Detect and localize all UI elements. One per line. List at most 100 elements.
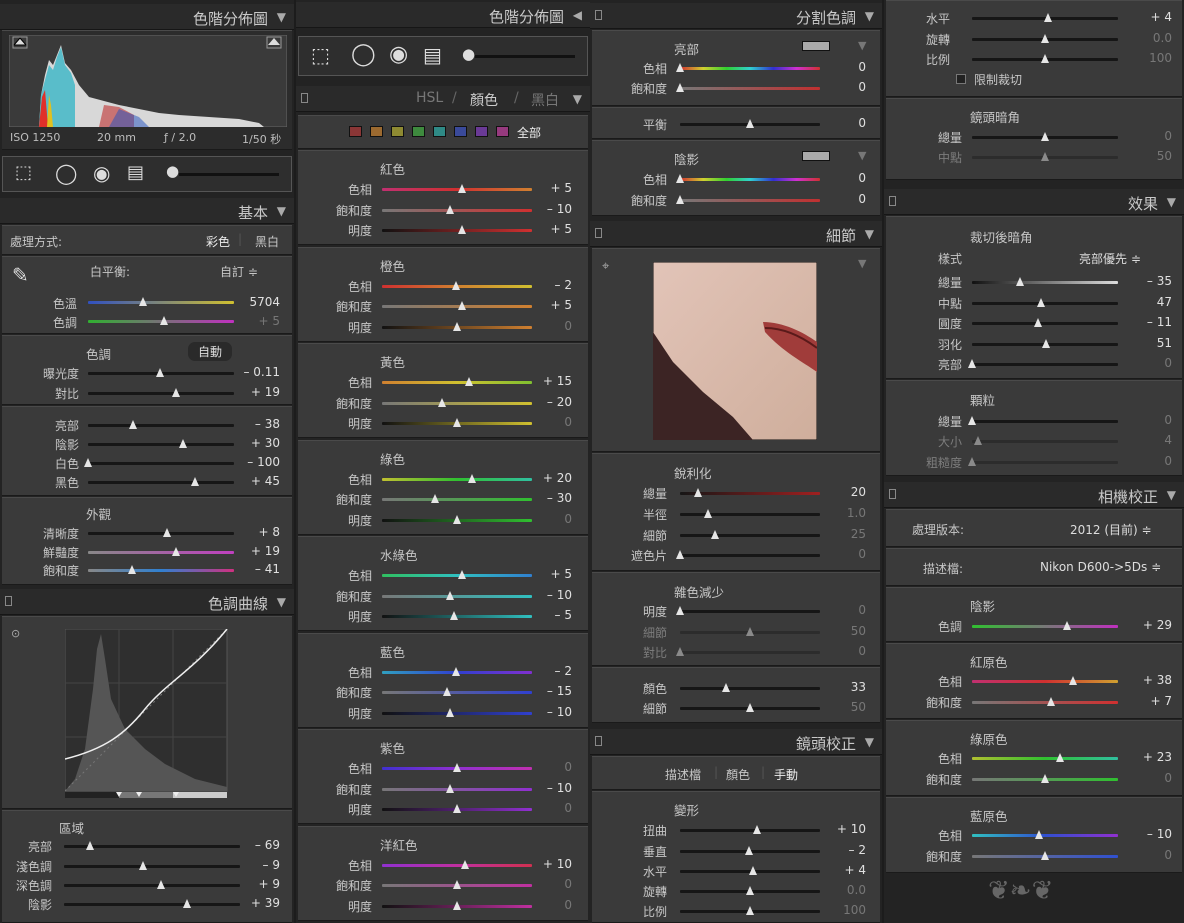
tab-profile[interactable]: 描述檔 <box>665 766 701 783</box>
hsl-row-value[interactable]: + 15 <box>532 374 572 388</box>
slider-thumb[interactable] <box>676 195 684 204</box>
hsl-row-value[interactable]: 0 <box>532 801 572 815</box>
contrast-slider[interactable] <box>88 388 234 397</box>
tc-darks-slider[interactable] <box>64 880 240 889</box>
slider-thumb[interactable] <box>86 841 95 850</box>
panel-toggle-icon[interactable] <box>5 596 12 606</box>
slider-thumb[interactable] <box>171 547 180 556</box>
orange-chip[interactable] <box>370 126 383 137</box>
blacks-slider[interactable] <box>88 477 234 486</box>
slider-thumb[interactable] <box>430 494 439 503</box>
scale-value[interactable]: 100 <box>826 903 866 917</box>
distortion-value[interactable]: + 10 <box>826 822 866 836</box>
red-sat-value[interactable]: + 7 <box>1132 694 1172 708</box>
slider-thumb[interactable] <box>457 570 466 579</box>
hsl-slider[interactable] <box>382 397 532 407</box>
whites-value[interactable]: – 100 <box>240 455 280 469</box>
sh-picker-triangle-icon[interactable]: ▼ <box>858 149 866 162</box>
c4-scale-value[interactable]: 100 <box>1132 51 1172 65</box>
red-hue-value[interactable]: + 38 <box>1132 673 1172 687</box>
grain-amount-slider[interactable] <box>968 416 1118 425</box>
pcv-midpoint-value[interactable]: 47 <box>1132 295 1172 309</box>
blue-chip[interactable] <box>454 126 467 137</box>
split-hl-hue-value[interactable]: 0 <box>826 60 866 74</box>
tone-curve-header[interactable]: 色調曲線 ▼ <box>0 589 294 615</box>
panel-toggle-icon[interactable] <box>595 10 602 20</box>
lens-correction-header[interactable]: 鏡頭校正 ▼ <box>590 729 882 755</box>
hsl-slider[interactable] <box>382 900 532 910</box>
pcv-roundness-slider[interactable] <box>972 318 1118 327</box>
slider-thumb[interactable] <box>694 488 703 497</box>
pcv-amount-slider[interactable] <box>972 277 1118 286</box>
detail-header[interactable]: 細節 ▼ <box>590 221 882 247</box>
slider-thumb[interactable] <box>676 174 684 183</box>
blue-sat-value[interactable]: 0 <box>1132 848 1172 862</box>
slider-thumb[interactable] <box>676 647 684 656</box>
slider-thumb[interactable] <box>676 63 684 72</box>
slider-thumb[interactable] <box>753 825 761 834</box>
rotate-slider[interactable] <box>680 886 820 895</box>
slider-thumb[interactable] <box>445 590 454 600</box>
hsl-slider[interactable] <box>382 204 532 214</box>
slider-thumb[interactable] <box>460 859 469 869</box>
nr-lum-detail-value[interactable]: 50 <box>826 624 866 638</box>
grain-roughness-slider[interactable] <box>968 457 1118 466</box>
blue-hue-value[interactable]: – 10 <box>1132 827 1172 841</box>
c4-scale-slider[interactable] <box>972 54 1118 63</box>
slider-thumb[interactable] <box>968 359 976 368</box>
brush-tool-icon[interactable]: ● <box>166 162 179 180</box>
slider-thumb[interactable] <box>438 397 446 407</box>
sh-color-swatch[interactable] <box>802 151 830 161</box>
balance-value[interactable]: 0 <box>826 116 866 130</box>
red-hue-slider[interactable] <box>972 676 1118 685</box>
magenta-chip[interactable] <box>496 126 509 137</box>
clarity-value[interactable]: + 8 <box>240 525 280 539</box>
green-sat-value[interactable]: 0 <box>1132 771 1172 785</box>
hsl-slider[interactable] <box>382 514 532 524</box>
slider-thumb[interactable] <box>445 204 454 214</box>
distortion-slider[interactable] <box>680 825 820 834</box>
vig-midpoint-slider[interactable] <box>972 152 1118 161</box>
split-sh-sat-value[interactable]: 0 <box>826 192 866 206</box>
hsl-row-value[interactable]: + 10 <box>532 857 572 871</box>
hsl-slider[interactable] <box>382 321 532 331</box>
slider-thumb[interactable] <box>1033 318 1042 327</box>
slider-thumb[interactable] <box>973 436 982 445</box>
slider-thumb[interactable] <box>1036 298 1045 307</box>
scale-slider[interactable] <box>680 906 820 915</box>
slider-thumb[interactable] <box>453 418 461 427</box>
slider-thumb[interactable] <box>451 280 460 290</box>
tab-color[interactable]: 顏色 <box>470 90 498 110</box>
saturation-value[interactable]: – 41 <box>240 562 280 576</box>
hsl-row-value[interactable]: 0 <box>532 760 572 774</box>
sharpen-detail-slider[interactable] <box>680 530 820 539</box>
blue-hue-slider[interactable] <box>972 830 1118 839</box>
hsl-slider[interactable] <box>382 611 532 620</box>
slider-thumb[interactable] <box>746 906 754 915</box>
hsl-slider[interactable] <box>382 880 532 889</box>
slider-thumb[interactable] <box>171 388 180 397</box>
hsl-slider[interactable] <box>382 301 532 310</box>
slider-thumb[interactable] <box>465 377 473 386</box>
hsl-row-value[interactable]: 0 <box>532 877 572 891</box>
slider-thumb[interactable] <box>1041 851 1049 860</box>
slider-thumb[interactable] <box>1068 676 1077 685</box>
brush-slider[interactable] <box>179 173 279 176</box>
tc-shadows-slider[interactable] <box>64 899 240 908</box>
hsl-row-value[interactable]: 0 <box>532 319 572 333</box>
slider-thumb[interactable] <box>453 763 461 772</box>
tc-highlights-value[interactable]: – 69 <box>240 838 280 852</box>
hsl-slider[interactable] <box>382 859 532 869</box>
slider-thumb[interactable] <box>129 420 138 429</box>
slider-thumb[interactable] <box>746 627 754 636</box>
target-adjust-icon[interactable]: ⌖ <box>602 259 609 274</box>
hsl-row-value[interactable]: + 5 <box>532 181 572 195</box>
slider-thumb[interactable] <box>159 316 168 325</box>
red-chip[interactable] <box>349 126 362 137</box>
slider-thumb[interactable] <box>1016 277 1025 286</box>
collapse-triangle-icon[interactable]: ▼ <box>865 9 874 23</box>
constrain-crop-checkbox[interactable] <box>956 74 966 84</box>
highlights-slider[interactable] <box>88 420 234 429</box>
spot-removal-tool-icon[interactable]: ◯ <box>351 42 376 67</box>
pcv-style-select[interactable]: 亮部優先 ≑ <box>1079 250 1141 267</box>
